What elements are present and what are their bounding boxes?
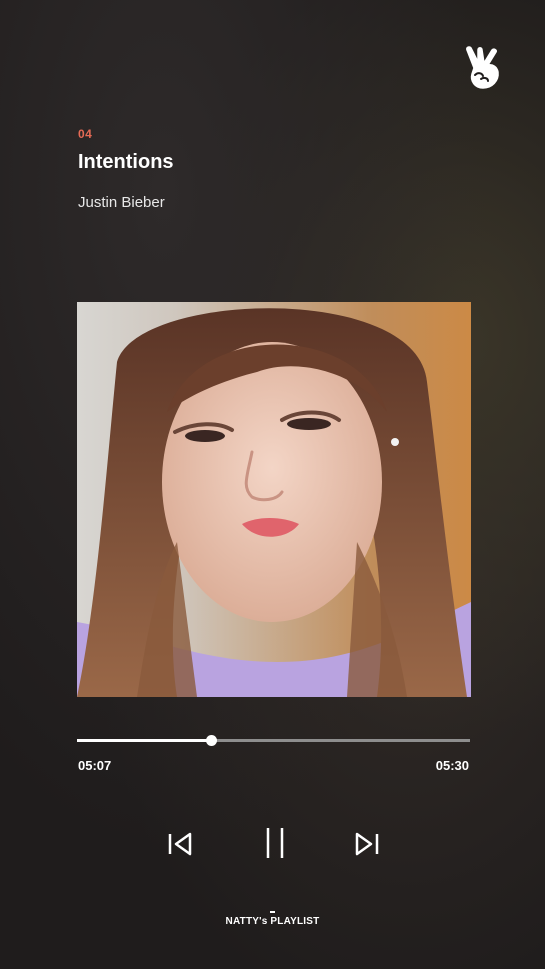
progress-bar[interactable] (77, 735, 470, 746)
next-track-button[interactable] (351, 830, 381, 858)
total-time: 05:30 (435, 758, 469, 773)
elapsed-time: 05:07 (78, 758, 112, 773)
skip-previous-icon (168, 832, 192, 856)
playlist-label: NATTY's PLAYLIST (225, 916, 320, 927)
footer-divider (270, 911, 275, 913)
progress-scrubber-handle[interactable] (205, 735, 217, 746)
previous-track-button[interactable] (166, 830, 196, 858)
pause-button[interactable] (262, 826, 288, 860)
track-title: Intentions (78, 151, 174, 173)
progress-fill (77, 739, 211, 742)
pause-icon (266, 828, 284, 858)
skip-next-icon (355, 832, 379, 856)
album-cover-image (77, 302, 471, 697)
track-number: 04 (78, 127, 93, 141)
track-artist: Justin Bieber (78, 194, 165, 211)
v-logo-icon (460, 44, 504, 92)
